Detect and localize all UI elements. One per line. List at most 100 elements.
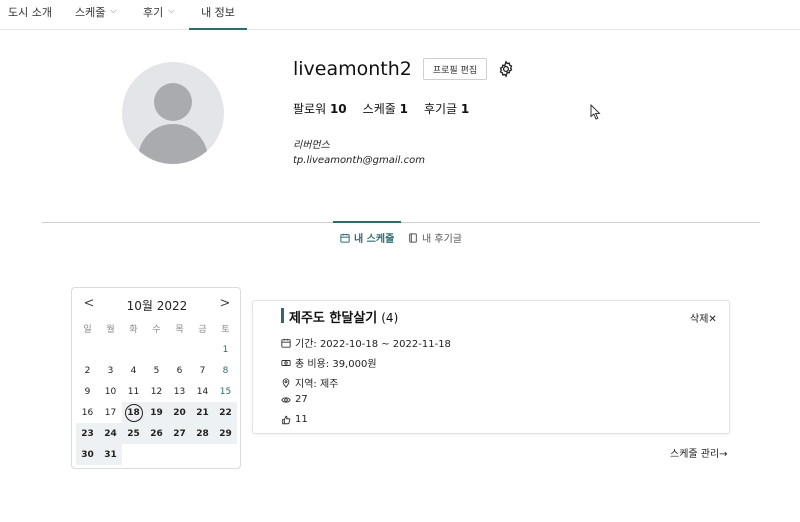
calendar-empty-cell (214, 444, 237, 465)
delete-button[interactable]: 삭제✕ (690, 310, 717, 325)
calendar-day[interactable]: 26 (145, 423, 168, 444)
calendar-empty-cell (99, 339, 122, 360)
calendar-day[interactable]: 21 (191, 402, 214, 423)
calendar-week-row: 1 (76, 339, 237, 360)
nav-item-label: 스케줄 (75, 6, 106, 19)
calendar-empty-cell (122, 444, 145, 465)
chevron-down-icon: ⌵ (110, 6, 117, 15)
profile-bio: 리버먼스 (293, 140, 330, 151)
schedule-cost: 총 비용: 39,000원 (281, 355, 377, 370)
calendar-grid: 일 월 화 수 목 금 토 1 2 3 4 5 6 7 8 9 10 11 12 13 14 15 16 17 18 19 20 21… (76, 318, 237, 465)
nav-item-schedule[interactable]: 스케줄 ⌵ (75, 0, 116, 30)
calendar-weekday-row: 일월화수목금토 (76, 318, 237, 339)
chevron-down-icon: ⌵ (168, 6, 175, 15)
thumbs-up-icon (282, 415, 291, 424)
calendar-day[interactable]: 9 (76, 381, 99, 402)
calendar-day[interactable]: 16 (76, 402, 99, 423)
calendar-day[interactable]: 12 (145, 381, 168, 402)
section-divider (42, 222, 760, 223)
calendar-day[interactable]: 29 (214, 423, 237, 444)
eye-icon (281, 396, 291, 403)
calendar-week-row: 9 10 11 12 13 14 15 (76, 381, 237, 402)
calendar-day[interactable]: 3 (99, 360, 122, 381)
gear-icon[interactable] (497, 60, 515, 78)
edit-profile-button[interactable]: 프로필 편집 (423, 58, 487, 80)
calendar-day[interactable]: 31 (99, 444, 122, 465)
active-tab-indicator (333, 221, 401, 223)
calendar-day[interactable]: 14 (191, 381, 214, 402)
calendar-day[interactable]: 17 (99, 402, 122, 423)
profile-stats: 팔로워 10 스케줄 1 후기글 1 (293, 100, 469, 117)
calendar-icon (340, 233, 350, 243)
calendar-day[interactable]: 24 (99, 423, 122, 444)
calendar: < 10월 2022 > 일 월 화 수 목 금 토 1 2 3 4 5 6 7 8 9 10 11 12 13 14 1… (71, 287, 241, 469)
calendar-weekday: 토 (221, 325, 230, 335)
calendar-day[interactable]: 5 (145, 360, 168, 381)
top-nav: 도시 소개 스케줄 ⌵ 후기 ⌵ 내 정보 (0, 0, 800, 30)
tab-my-review[interactable]: 내 후기글 (408, 230, 462, 245)
calendar-week-row: 30 31 (76, 444, 237, 465)
calendar-day[interactable]: 22 (214, 402, 237, 423)
document-icon (409, 232, 417, 243)
calendar-weekday: 화 (129, 325, 138, 335)
calendar-icon (281, 338, 291, 348)
schedule-manage-link[interactable]: 스케줄 관리→ (670, 445, 728, 460)
calendar-day[interactable]: 30 (76, 444, 99, 465)
calendar-next-button[interactable]: > (218, 296, 232, 311)
calendar-day[interactable]: 23 (76, 423, 99, 444)
followers-stat[interactable]: 팔로워 10 (293, 100, 347, 117)
calendar-month-title: 10월 2022 (126, 299, 188, 313)
money-icon (281, 359, 291, 366)
calendar-empty-cell (76, 339, 99, 360)
calendar-day[interactable]: 28 (191, 423, 214, 444)
calendar-day[interactable]: 13 (168, 381, 191, 402)
card-accent-bar (281, 308, 284, 323)
calendar-empty-cell (145, 444, 168, 465)
tab-label: 내 후기글 (422, 234, 462, 245)
calendar-week-row: 23 24 25 26 27 28 29 (76, 423, 237, 444)
schedule-title[interactable]: 제주도 한달살기 (4) (289, 307, 398, 326)
calendar-day[interactable]: 18 (122, 402, 145, 423)
calendar-day[interactable]: 11 (122, 381, 145, 402)
calendar-day[interactable]: 4 (122, 360, 145, 381)
calendar-day[interactable]: 20 (168, 402, 191, 423)
location-pin-icon (282, 377, 290, 388)
calendar-day[interactable]: 10 (99, 381, 122, 402)
profile-email: tp.liveamonth@gmail.com (293, 155, 425, 166)
nav-item-label: 후기 (143, 6, 164, 19)
schedules-stat[interactable]: 스케줄 1 (363, 100, 408, 117)
calendar-day[interactable]: 2 (76, 360, 99, 381)
schedule-region: 지역: 제주 (281, 375, 338, 390)
username: liveamonth2 (293, 58, 412, 80)
calendar-day[interactable]: 19 (145, 402, 168, 423)
calendar-day[interactable]: 6 (168, 360, 191, 381)
calendar-day[interactable]: 1 (214, 339, 237, 360)
schedule-views: 27 (281, 394, 308, 405)
nav-item-city-intro[interactable]: 도시 소개 (8, 0, 52, 30)
calendar-empty-cell (168, 339, 191, 360)
avatar (122, 62, 224, 164)
calendar-empty-cell (122, 339, 145, 360)
schedule-period: 기간: 2022-10-18 ~ 2022-11-18 (281, 335, 451, 350)
calendar-weekday: 월 (106, 325, 115, 335)
calendar-day[interactable]: 7 (191, 360, 214, 381)
calendar-weekday: 일 (83, 325, 92, 335)
tab-my-schedule[interactable]: 내 스케줄 (340, 230, 394, 245)
tab-label: 내 스케줄 (354, 234, 395, 245)
calendar-weekday: 목 (175, 325, 184, 335)
reviews-stat[interactable]: 후기글 1 (424, 100, 469, 117)
calendar-day[interactable]: 25 (122, 423, 145, 444)
nav-item-review[interactable]: 후기 ⌵ (143, 0, 174, 30)
calendar-week-row: 16 17 18 19 20 21 22 (76, 402, 237, 423)
avatar-head-shape (154, 83, 192, 121)
calendar-day[interactable]: 8 (214, 360, 237, 381)
calendar-weekday: 수 (152, 325, 161, 335)
schedule-likes[interactable]: 11 (281, 414, 308, 425)
mouse-cursor-icon (590, 104, 601, 120)
schedule-card[interactable]: 제주도 한달살기 (4) 삭제✕ 기간: 2022-10-18 ~ 2022-11… (252, 300, 730, 434)
calendar-day[interactable]: 27 (168, 423, 191, 444)
calendar-day[interactable]: 15 (214, 381, 237, 402)
nav-item-my-info[interactable]: 내 정보 (189, 0, 247, 30)
nav-item-label: 도시 소개 (8, 6, 52, 19)
calendar-empty-cell (145, 339, 168, 360)
